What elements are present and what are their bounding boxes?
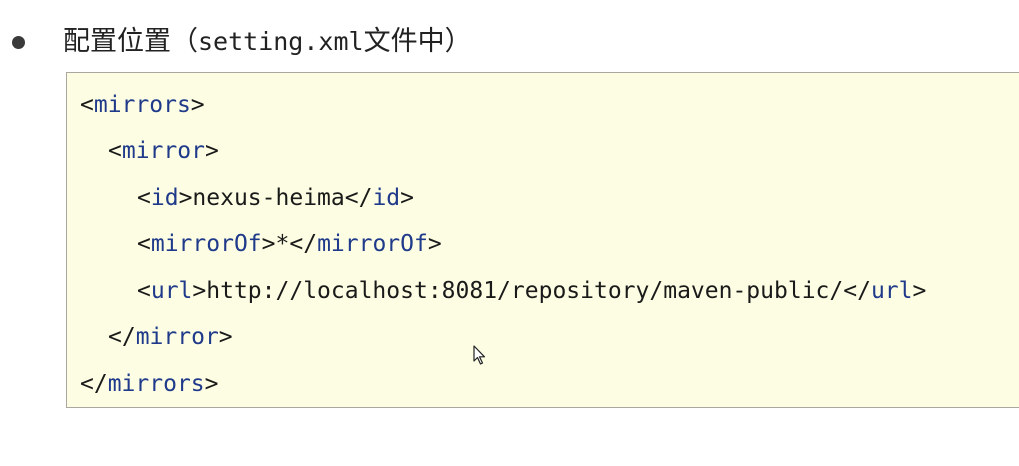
tag-value: http://localhost:8081/repository/maven-p…	[206, 278, 844, 304]
section-heading: 配置位置（setting.xml文件中）	[0, 22, 1019, 62]
tag-name: url	[870, 278, 913, 304]
tag-name: mirrors	[93, 92, 191, 118]
tag-name: mirror	[135, 324, 219, 350]
tag-name: mirror	[121, 138, 205, 164]
tag-value: nexus-heima	[192, 185, 345, 211]
code-line-mirrors-close: </mirrors>	[80, 371, 219, 397]
tag-name: mirrorOf	[317, 231, 428, 257]
code-line-mirrorof: <mirrorOf>*</mirrorOf>	[137, 231, 442, 257]
tag-name: id	[150, 185, 179, 211]
heading-text: 配置位置（setting.xml文件中）	[63, 24, 472, 60]
tag-name: id	[372, 185, 401, 211]
heading-prefix: 配置位置（	[63, 26, 198, 57]
code-line-mirror-close: </mirror>	[108, 324, 233, 350]
heading-filename: setting.xml	[198, 27, 364, 56]
code-line-mirrors-open: <mirrors>	[80, 92, 205, 118]
heading-suffix: 文件中）	[363, 26, 472, 57]
tag-name: url	[150, 278, 193, 304]
code-block: <mirrors> <mirror> <id>nexus-heima</id> …	[66, 72, 1019, 408]
bullet-dot-icon	[12, 36, 25, 49]
code-line-url: <url>http://localhost:8081/repository/ma…	[137, 278, 927, 304]
tag-value: *	[275, 231, 290, 257]
tag-name: mirrorOf	[150, 231, 262, 257]
mouse-pointer-icon	[473, 345, 486, 365]
code-line-id: <id>nexus-heima</id>	[137, 185, 415, 211]
tag-name: mirrors	[107, 371, 205, 397]
code-line-mirror-open: <mirror>	[108, 138, 219, 164]
